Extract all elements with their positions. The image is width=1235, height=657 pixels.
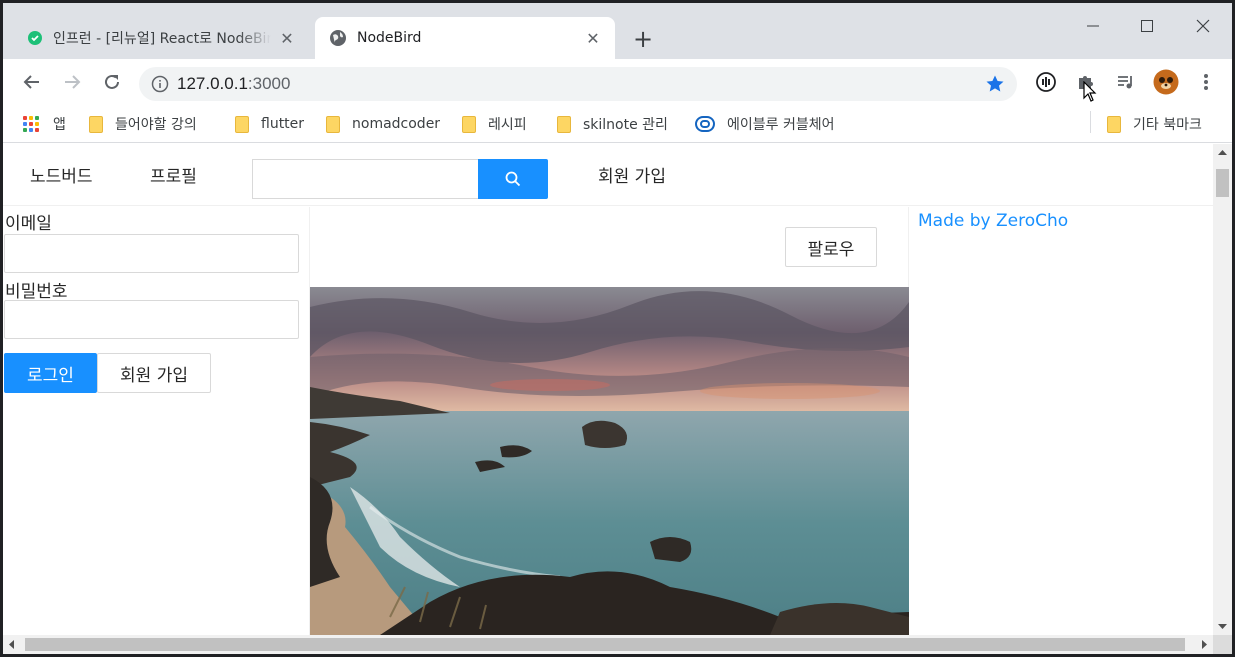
more-vert-icon bbox=[1204, 74, 1208, 90]
login-form: 이메일 비밀번호 로그인 회원 가입 bbox=[3, 207, 309, 635]
bookmark-label: 앱 bbox=[53, 117, 66, 133]
tab-nodebird[interactable]: NodeBird ✕ bbox=[315, 17, 615, 59]
back-arrow-icon bbox=[23, 75, 39, 89]
browser-window: 인프런 - [리뉴얼] React로 NodeBird ✕ NodeBird ✕… bbox=[0, 0, 1235, 657]
avatar-icon bbox=[1153, 69, 1179, 95]
made-by-link[interactable]: Made by ZeroCho bbox=[918, 211, 1068, 231]
reload-button[interactable] bbox=[97, 67, 127, 97]
address-bar[interactable]: 127.0.0.1:3000 bbox=[139, 67, 1017, 101]
apps-grid-icon bbox=[23, 116, 39, 132]
menu-item-signup[interactable]: 회원 가입 bbox=[598, 162, 666, 187]
bookmark-folder-other[interactable]: 기타 북마크 bbox=[1107, 112, 1202, 136]
menu-item-home[interactable]: 노드버드 bbox=[30, 162, 93, 187]
back-button[interactable] bbox=[17, 67, 47, 97]
bookmark-folder-skilnote[interactable]: skilnote 관리 bbox=[557, 112, 668, 136]
minimize-button[interactable] bbox=[1069, 11, 1117, 41]
mouse-cursor-icon bbox=[1083, 81, 1097, 102]
browser-toolbar: 127.0.0.1:3000 bbox=[3, 59, 1232, 105]
right-column: Made by ZeroCho bbox=[909, 207, 1213, 635]
tab-inflearn[interactable]: 인프런 - [리뉴얼] React로 NodeBird ✕ bbox=[27, 17, 317, 59]
bookmark-apps[interactable]: 앱 bbox=[23, 112, 66, 136]
email-label: 이메일 bbox=[5, 214, 52, 234]
forward-arrow-icon bbox=[65, 75, 81, 89]
profile-avatar[interactable] bbox=[1153, 69, 1179, 95]
scroll-up-icon[interactable] bbox=[1213, 144, 1232, 161]
menu-item-profile[interactable]: 프로필 bbox=[150, 162, 197, 187]
folder-icon bbox=[462, 115, 476, 133]
bookmark-folder-recipe[interactable]: 레시피 bbox=[462, 112, 527, 136]
folder-icon bbox=[326, 115, 340, 133]
tab-strip: 인프런 - [리뉴얼] React로 NodeBird ✕ NodeBird ✕… bbox=[3, 3, 1232, 59]
close-tab-icon[interactable]: ✕ bbox=[583, 28, 603, 48]
bookmark-label: skilnote 관리 bbox=[583, 117, 668, 133]
close-window-button[interactable] bbox=[1179, 11, 1227, 41]
email-field[interactable] bbox=[4, 234, 299, 273]
vertical-scroll-thumb[interactable] bbox=[1216, 169, 1229, 197]
bookmark-label: 기타 북마크 bbox=[1133, 117, 1202, 133]
globe-favicon-icon bbox=[330, 30, 346, 46]
inflearn-favicon-icon bbox=[28, 31, 42, 45]
bookmarks-separator bbox=[1090, 111, 1091, 133]
playlist-icon bbox=[1118, 76, 1132, 89]
scroll-down-icon[interactable] bbox=[1213, 618, 1232, 635]
bookmark-star-icon[interactable] bbox=[985, 74, 1005, 94]
url-text: 127.0.0.1:3000 bbox=[177, 74, 290, 94]
new-tab-button[interactable]: + bbox=[629, 25, 657, 53]
top-menu: 노드버드 프로필 회원 가입 bbox=[3, 144, 1213, 206]
bookmark-folder-lectures[interactable]: 들어야할 강의 bbox=[89, 112, 197, 136]
coastal-sunset-photo bbox=[310, 287, 909, 635]
signup-button[interactable]: 회원 가입 bbox=[97, 353, 211, 393]
folder-icon bbox=[1107, 115, 1121, 133]
tab-title: NodeBird bbox=[357, 30, 422, 46]
bookmark-label: 에이블루 커블체어 bbox=[727, 117, 835, 133]
reload-icon bbox=[105, 74, 119, 89]
post-image bbox=[310, 287, 909, 635]
folder-icon bbox=[89, 115, 103, 133]
url-port: :3000 bbox=[247, 74, 291, 93]
page-viewport: 노드버드 프로필 회원 가입 이메일 비밀번호 로그인 회원 가입 팔로우 Ma… bbox=[3, 144, 1213, 635]
horizontal-scroll-thumb[interactable] bbox=[25, 638, 1185, 651]
tab-title: 인프런 - [리뉴얼] React로 NodeBird bbox=[53, 31, 271, 47]
login-button[interactable]: 로그인 bbox=[4, 353, 97, 393]
scroll-right-icon[interactable] bbox=[1196, 635, 1213, 654]
horizontal-scrollbar[interactable] bbox=[3, 635, 1213, 654]
vertical-scrollbar[interactable] bbox=[1213, 144, 1232, 635]
post-card-header: 팔로우 bbox=[310, 207, 908, 287]
bookmark-ablue[interactable]: 에이블루 커블체어 bbox=[695, 112, 835, 136]
info-icon bbox=[151, 75, 169, 93]
close-tab-icon[interactable]: ✕ bbox=[277, 28, 297, 48]
bookmark-label: flutter bbox=[261, 116, 305, 132]
bookmark-folder-flutter[interactable]: flutter bbox=[235, 112, 304, 136]
post-card: 팔로우 bbox=[309, 207, 909, 635]
maximize-icon bbox=[1141, 20, 1153, 32]
bookmark-label: 레시피 bbox=[488, 117, 527, 133]
maximize-button[interactable] bbox=[1123, 11, 1171, 41]
bookmarks-bar: 앱 들어야할 강의 flutter nomadcoder 레시피 skilnot… bbox=[3, 105, 1232, 143]
chrome-menu-button[interactable] bbox=[1193, 69, 1219, 95]
scroll-left-icon[interactable] bbox=[3, 635, 20, 654]
bookmark-label: 들어야할 강의 bbox=[115, 117, 197, 133]
password-field[interactable] bbox=[4, 300, 299, 339]
follow-button[interactable]: 팔로우 bbox=[785, 227, 877, 267]
search-input[interactable] bbox=[252, 159, 479, 199]
password-label: 비밀번호 bbox=[5, 282, 68, 302]
media-controls-button[interactable] bbox=[1113, 69, 1139, 95]
url-host: 127.0.0.1 bbox=[177, 74, 248, 93]
audio-extension-button[interactable] bbox=[1033, 69, 1059, 95]
folder-icon bbox=[557, 115, 571, 133]
folder-icon bbox=[235, 115, 249, 133]
forward-button[interactable] bbox=[57, 67, 87, 97]
ablue-icon bbox=[695, 116, 715, 132]
minimize-icon bbox=[1087, 25, 1099, 27]
scrollbar-corner bbox=[1213, 635, 1232, 654]
search-icon bbox=[505, 171, 521, 187]
audio-icon bbox=[1036, 72, 1056, 92]
search-button[interactable] bbox=[478, 159, 548, 199]
close-icon bbox=[1196, 19, 1210, 33]
bookmark-label: nomadcoder bbox=[352, 116, 441, 132]
bookmark-folder-nomadcoder[interactable]: nomadcoder bbox=[326, 112, 440, 136]
